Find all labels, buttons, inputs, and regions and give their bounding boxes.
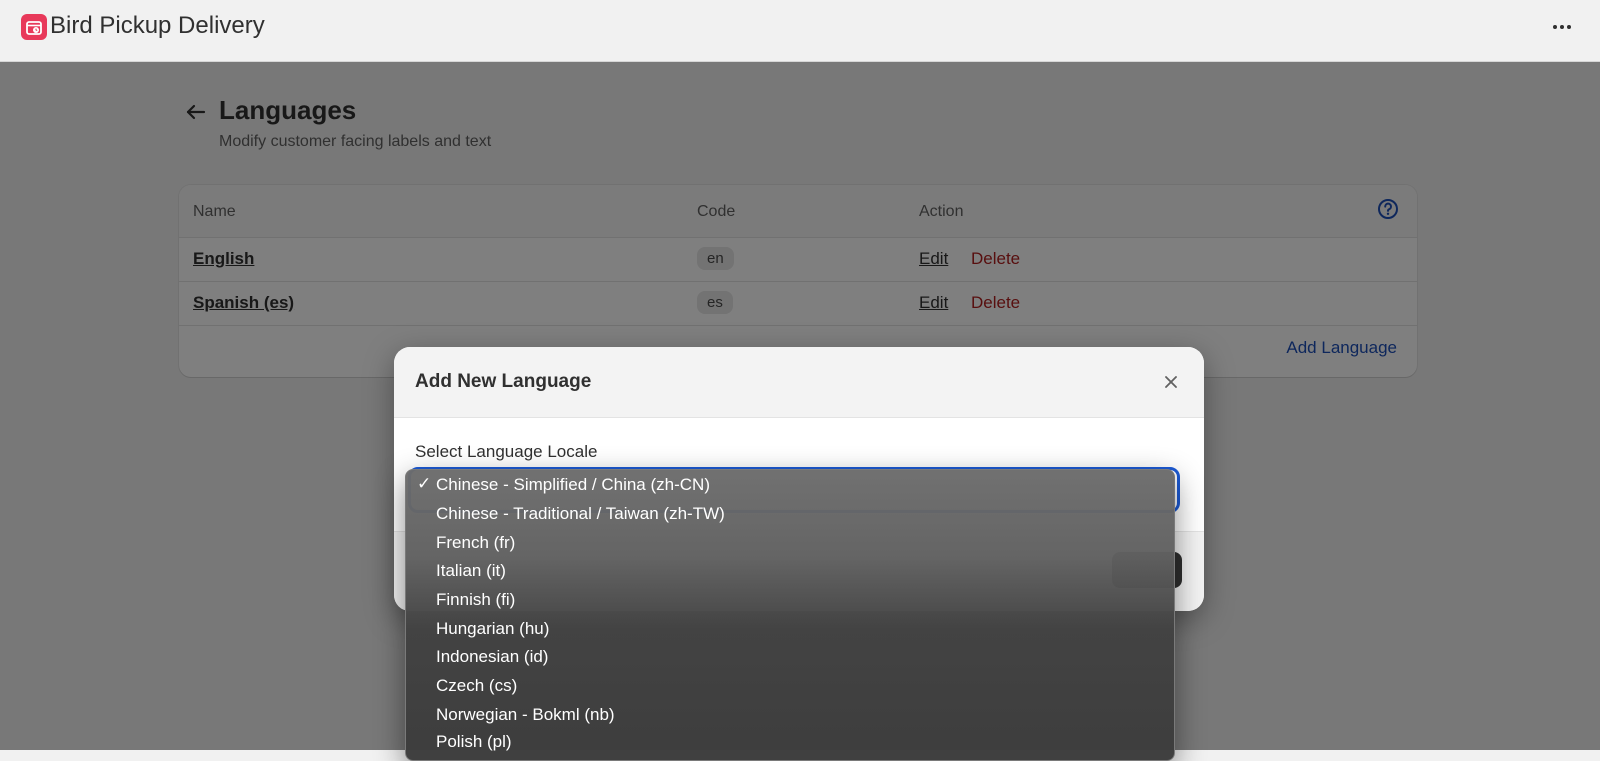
- option-label: Chinese - Simplified / China (zh-CN): [436, 475, 710, 494]
- option-label: Indonesian (id): [436, 647, 549, 666]
- option-label: Polish (pl): [436, 732, 512, 751]
- option-label: Norwegian - Bokml (nb): [436, 705, 615, 724]
- dot-icon: [1560, 25, 1564, 29]
- modal-header: Add New Language: [394, 347, 1204, 418]
- option-label: Chinese - Traditional / Taiwan (zh-TW): [436, 504, 725, 523]
- dropdown-option[interactable]: Finnish (fi): [406, 586, 1174, 614]
- dot-icon: [1553, 25, 1557, 29]
- dropdown-option[interactable]: Polish (pl): [406, 728, 1174, 756]
- dropdown-option[interactable]: French (fr): [406, 529, 1174, 557]
- close-icon[interactable]: [1160, 371, 1182, 393]
- dropdown-option[interactable]: Czech (cs): [406, 672, 1174, 700]
- dropdown-option[interactable]: Italian (it): [406, 557, 1174, 585]
- option-label: Finnish (fi): [436, 590, 516, 609]
- top-bar: Bird Pickup Delivery: [0, 0, 1600, 62]
- select-locale-label: Select Language Locale: [415, 442, 598, 461]
- app-title: Bird Pickup Delivery: [50, 12, 265, 39]
- dropdown-option[interactable]: ✓ Chinese - Simplified / China (zh-CN): [406, 471, 1174, 499]
- option-label: Czech (cs): [436, 676, 518, 695]
- checkmark-icon: ✓: [417, 474, 432, 493]
- app-logo-icon: [21, 14, 47, 40]
- option-label: Hungarian (hu): [436, 619, 550, 638]
- option-label: Italian (it): [436, 561, 506, 580]
- more-options-button[interactable]: [1548, 16, 1576, 38]
- dropdown-option[interactable]: Indonesian (id): [406, 643, 1174, 671]
- locale-dropdown-menu: ✓ Chinese - Simplified / China (zh-CN) C…: [405, 469, 1175, 761]
- modal-title: Add New Language: [415, 371, 592, 392]
- dropdown-option[interactable]: Chinese - Traditional / Taiwan (zh-TW): [406, 500, 1174, 528]
- dropdown-option[interactable]: Hungarian (hu): [406, 615, 1174, 643]
- dropdown-option[interactable]: Norwegian - Bokml (nb): [406, 701, 1174, 729]
- dot-icon: [1567, 25, 1571, 29]
- option-label: French (fr): [436, 533, 516, 552]
